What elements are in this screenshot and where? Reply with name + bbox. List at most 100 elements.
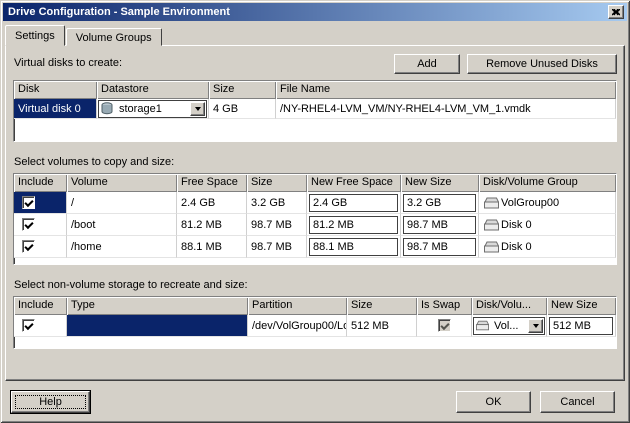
- column-header-type: Type: [67, 297, 248, 315]
- disk-volume-group-cell[interactable]: Disk 0: [479, 236, 616, 258]
- datastore-icon: [99, 102, 115, 115]
- datastore-value: storage1: [117, 103, 190, 115]
- disk-volume-group-cell[interactable]: VolGroup00: [479, 192, 616, 214]
- non-volume-table: Include Type Partition Size Is Swap Disk…: [13, 296, 617, 349]
- disk-volume-value: Vol...: [492, 320, 528, 332]
- column-header-new-size: New Size: [547, 297, 616, 315]
- column-header-partition: Partition: [248, 297, 347, 315]
- is-swap-cell: [417, 315, 472, 337]
- chevron-down-icon: [533, 324, 539, 328]
- datastore-dropdown-button[interactable]: [190, 102, 205, 116]
- size-cell[interactable]: 98.7 MB: [247, 214, 307, 236]
- new-free-space-cell: [307, 214, 401, 236]
- column-header-new-free-space: New Free Space: [307, 174, 401, 192]
- column-header-new-size: New Size: [401, 174, 479, 192]
- new-free-space-input[interactable]: [309, 216, 398, 234]
- virtual-disks-header-row: Disk Datastore Size File Name: [14, 81, 616, 99]
- column-header-is-swap: Is Swap: [417, 297, 472, 315]
- non-volume-row: /dev/VolGroup00/Lo... 512 MB Vol...: [14, 315, 616, 337]
- new-size-input[interactable]: [403, 216, 476, 234]
- disk-volume-combobox[interactable]: Vol...: [473, 317, 545, 335]
- volumes-header-row: Include Volume Free Space Size New Free …: [14, 174, 616, 192]
- new-size-input[interactable]: [403, 238, 476, 256]
- new-free-space-input[interactable]: [309, 194, 398, 212]
- volume-cell[interactable]: /boot: [67, 214, 177, 236]
- close-icon: [612, 9, 620, 16]
- chevron-down-icon: [195, 107, 201, 111]
- new-size-input[interactable]: [549, 317, 613, 335]
- include-checkbox[interactable]: [22, 196, 35, 209]
- include-checkbox[interactable]: [22, 319, 35, 332]
- tab-settings[interactable]: Settings: [5, 25, 65, 46]
- volume-row: / 2.4 GB 3.2 GB VolGroup00: [14, 192, 616, 214]
- include-checkbox[interactable]: [22, 240, 35, 253]
- new-free-space-cell: [307, 192, 401, 214]
- include-cell[interactable]: [14, 192, 67, 214]
- disk-icon: [483, 241, 499, 253]
- window-title: Drive Configuration - Sample Environment: [6, 6, 608, 18]
- free-space-cell[interactable]: 88.1 MB: [177, 236, 247, 258]
- include-cell[interactable]: [14, 236, 67, 258]
- new-free-space-cell: [307, 236, 401, 258]
- disk-volume-cell: Vol...: [472, 315, 547, 337]
- volumes-label: Select volumes to copy and size:: [14, 156, 617, 168]
- column-header-datastore: Datastore: [97, 81, 209, 99]
- file-name-cell[interactable]: /NY-RHEL4-LVM_VM/NY-RHEL4-LVM_VM_1.vmdk: [276, 99, 616, 119]
- column-header-include: Include: [14, 297, 67, 315]
- include-cell[interactable]: [14, 315, 67, 337]
- virtual-disk-row: Virtual disk 0 storage1: [14, 99, 616, 119]
- tab-strip: Settings Volume Groups: [5, 25, 163, 45]
- footer-left: Help: [11, 391, 90, 413]
- is-swap-checkbox: [438, 319, 451, 332]
- size-cell[interactable]: 4 GB: [209, 99, 276, 119]
- column-header-size: Size: [347, 297, 417, 315]
- disk-icon: [483, 219, 499, 231]
- include-checkbox[interactable]: [22, 218, 35, 231]
- free-space-cell[interactable]: 81.2 MB: [177, 214, 247, 236]
- close-button[interactable]: [608, 5, 624, 19]
- partition-cell[interactable]: /dev/VolGroup00/Lo...: [248, 315, 347, 337]
- size-cell[interactable]: 3.2 GB: [247, 192, 307, 214]
- volume-cell[interactable]: /home: [67, 236, 177, 258]
- disk-volume-group-value: Disk 0: [501, 219, 532, 231]
- new-free-space-input[interactable]: [309, 238, 398, 256]
- size-cell[interactable]: 512 MB: [347, 315, 417, 337]
- disk-volume-group-cell[interactable]: Disk 0: [479, 214, 616, 236]
- disk-cell[interactable]: Virtual disk 0: [14, 99, 97, 119]
- volumes-table: Include Volume Free Space Size New Free …: [13, 173, 617, 265]
- remove-unused-disks-button[interactable]: Remove Unused Disks: [467, 54, 617, 74]
- title-bar[interactable]: Drive Configuration - Sample Environment: [3, 3, 627, 21]
- help-button[interactable]: Help: [11, 391, 90, 413]
- volume-row: /boot 81.2 MB 98.7 MB Disk 0: [14, 214, 616, 236]
- disk-volume-dropdown-button[interactable]: [528, 319, 543, 333]
- new-size-cell: [401, 192, 479, 214]
- free-space-cell[interactable]: 2.4 GB: [177, 192, 247, 214]
- new-size-cell: [401, 214, 479, 236]
- settings-tab-page: Virtual disks to create: Add Remove Unus…: [5, 45, 625, 381]
- datastore-combobox[interactable]: storage1: [98, 100, 207, 118]
- footer-right: OK Cancel: [456, 391, 615, 413]
- volume-cell[interactable]: /: [67, 192, 177, 214]
- column-header-file-name: File Name: [276, 81, 616, 99]
- disk-icon: [483, 197, 499, 209]
- add-button[interactable]: Add: [394, 54, 460, 74]
- type-cell[interactable]: [67, 315, 248, 337]
- column-header-volume: Volume: [67, 174, 177, 192]
- virtual-disks-label: Virtual disks to create:: [14, 57, 122, 69]
- disk-volume-group-value: VolGroup00: [501, 197, 559, 209]
- ok-button[interactable]: OK: [456, 391, 531, 413]
- cancel-button[interactable]: Cancel: [540, 391, 615, 413]
- volume-row: /home 88.1 MB 98.7 MB Disk 0: [14, 236, 616, 258]
- column-header-disk: Disk: [14, 81, 97, 99]
- drive-configuration-dialog: Drive Configuration - Sample Environment…: [0, 0, 630, 423]
- new-size-input[interactable]: [403, 194, 476, 212]
- virtual-disks-section-head: Virtual disks to create: Add Remove Unus…: [13, 54, 617, 74]
- disk-icon: [474, 320, 490, 331]
- column-header-disk-volume-group: Disk/Volume Group: [479, 174, 616, 192]
- size-cell[interactable]: 98.7 MB: [247, 236, 307, 258]
- non-volume-label: Select non-volume storage to recreate an…: [14, 279, 617, 291]
- include-cell[interactable]: [14, 214, 67, 236]
- tab-volume-groups[interactable]: Volume Groups: [66, 28, 162, 46]
- column-header-size: Size: [247, 174, 307, 192]
- virtual-disks-table: Disk Datastore Size File Name Virtual di…: [13, 80, 617, 142]
